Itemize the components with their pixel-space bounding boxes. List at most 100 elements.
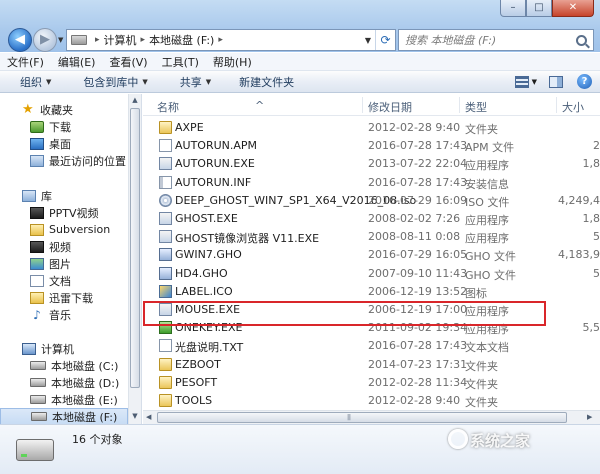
menu-edit[interactable]: 编辑(E) xyxy=(51,54,103,70)
scroll-left-icon[interactable]: ◀ xyxy=(146,413,151,421)
file-row[interactable]: AXPE 2012-02-28 9:40 文件夹 xyxy=(155,119,600,136)
search-box[interactable]: 搜索 本地磁盘 (F:) xyxy=(398,29,594,51)
nav-downloads[interactable]: 下载 xyxy=(0,118,128,135)
view-dropdown-icon[interactable]: ▼ xyxy=(532,78,537,86)
file-row[interactable]: GWIN7.GHO 2016-07-29 16:05 GHO 文件 4,183,9 xyxy=(155,246,600,263)
column-header: 名称 ^ 修改日期 类型 大小 xyxy=(143,94,600,116)
scroll-up-icon[interactable]: ▲ xyxy=(129,96,141,104)
new-folder-button[interactable]: 新建文件夹 xyxy=(221,74,304,90)
drive-icon xyxy=(30,378,46,387)
desktop-icon xyxy=(30,137,44,150)
nav-pictures[interactable]: 图片 xyxy=(0,255,128,272)
breadcrumb-separator[interactable]: ▸ xyxy=(95,35,100,45)
file-row[interactable]: GHOST镜像浏览器 V11.EXE 2008-08-11 0:08 应用程序 5 xyxy=(155,228,600,245)
menu-help[interactable]: 帮助(H) xyxy=(206,54,259,70)
watermark-logo-icon xyxy=(448,429,468,449)
file-name: GHOST.EXE xyxy=(175,212,238,225)
breadcrumb-separator[interactable]: ▸ xyxy=(218,35,223,45)
nav-documents[interactable]: 文档 xyxy=(0,272,128,289)
file-row[interactable]: 光盘说明.TXT 2016-07-28 17:43 文本文档 xyxy=(155,337,600,354)
file-name: HD4.GHO xyxy=(175,266,228,280)
nav-computer[interactable]: 计算机 xyxy=(0,340,128,357)
nav-subversion[interactable]: Subversion xyxy=(0,221,128,238)
search-icon[interactable] xyxy=(576,34,587,46)
file-size: 5 xyxy=(593,266,600,280)
recent-pages-dropdown[interactable]: ▼ xyxy=(58,36,63,44)
breadcrumb-drive-f[interactable]: 本地磁盘 (F:) xyxy=(149,32,214,48)
nav-desktop[interactable]: 桌面 xyxy=(0,135,128,152)
nav-drive-e[interactable]: 本地磁盘 (E:) xyxy=(0,391,128,408)
file-row[interactable]: AUTORUN.EXE 2013-07-22 22:04 应用程序 1,8 xyxy=(155,155,600,172)
document-icon xyxy=(159,139,172,153)
drive-icon xyxy=(31,412,47,421)
nav-drive-d[interactable]: 本地磁盘 (D:) xyxy=(0,374,128,391)
include-in-library-button[interactable]: 包含到库中 ▼ xyxy=(61,74,157,90)
refresh-icon[interactable]: ⟳ xyxy=(375,30,395,50)
horizontal-scrollbar[interactable]: ◀ ||| ▶ xyxy=(143,410,600,424)
file-row[interactable]: HD4.GHO 2007-09-10 11:43 GHO 文件 5 xyxy=(155,265,600,282)
preview-pane-icon[interactable] xyxy=(549,75,563,88)
file-name: AUTORUN.APM xyxy=(175,139,258,153)
breadcrumb-computer[interactable]: 计算机 xyxy=(104,32,137,48)
file-name: GHOST镜像浏览器 V11.EXE xyxy=(175,232,320,246)
column-size[interactable]: 大小 xyxy=(562,99,584,115)
nav-music[interactable]: ♪ 音乐 xyxy=(0,306,128,323)
file-row[interactable]: GHOST.EXE 2008-02-02 7:26 应用程序 1,8 xyxy=(155,210,600,227)
nav-label: 本地磁盘 (F:) xyxy=(52,410,118,424)
search-input[interactable]: 搜索 本地磁盘 (F:) xyxy=(405,32,496,48)
nav-thunder-downloads[interactable]: 迅雷下载 xyxy=(0,289,128,306)
file-row[interactable]: AUTORUN.INF 2016-07-28 17:43 安装信息 xyxy=(155,174,600,191)
nav-pptv[interactable]: PPTV视频 xyxy=(0,204,128,221)
file-name: GWIN7.GHO xyxy=(175,248,242,262)
address-dropdown-icon[interactable]: ▼ xyxy=(361,36,375,45)
help-icon[interactable]: ? xyxy=(577,74,592,89)
nav-recent-places[interactable]: 最近访问的位置 xyxy=(0,152,128,169)
nav-libraries[interactable]: 库 xyxy=(0,187,128,204)
minimize-button[interactable]: – xyxy=(500,0,526,17)
menu-view[interactable]: 查看(V) xyxy=(102,54,154,70)
file-row[interactable]: DEEP_GHOST_WIN7_SP1_X64_V2016_08.iso 2016… xyxy=(155,192,600,209)
file-name: AUTORUN.EXE xyxy=(175,157,255,171)
menu-file[interactable]: 文件(F) xyxy=(0,54,51,70)
address-bar[interactable]: ▸ 计算机 ▸ 本地磁盘 (F:) ▸ ▼ ⟳ xyxy=(66,29,396,51)
file-row[interactable]: AUTORUN.APM 2016-07-28 17:43 APM 文件 2 xyxy=(155,137,600,154)
video-icon xyxy=(30,240,44,253)
file-name: TOOLS xyxy=(175,394,213,407)
file-size: 4,249,4 xyxy=(558,193,600,207)
folder-icon xyxy=(159,375,172,389)
forward-button[interactable]: ▶ xyxy=(33,28,57,52)
column-date[interactable]: 修改日期 xyxy=(368,99,412,115)
column-name[interactable]: 名称 xyxy=(157,99,179,115)
close-button[interactable]: ✕ xyxy=(552,0,594,17)
file-date: 2012-02-28 9:40 xyxy=(368,121,461,134)
view-options-icon[interactable] xyxy=(514,75,529,88)
file-date: 2006-12-19 13:52 xyxy=(368,284,468,298)
nav-label: 音乐 xyxy=(49,308,71,322)
organize-button[interactable]: 组织 ▼ xyxy=(0,74,61,90)
share-label: 共享 xyxy=(179,75,202,89)
scroll-right-icon[interactable]: ▶ xyxy=(587,413,592,421)
file-row[interactable]: LABEL.ICO 2006-12-19 13:52 图标 xyxy=(155,283,600,300)
nav-videos[interactable]: 视频 xyxy=(0,238,128,255)
menu-tools[interactable]: 工具(T) xyxy=(155,54,206,70)
nav-drive-c[interactable]: 本地磁盘 (C:) xyxy=(0,357,128,374)
iso-icon xyxy=(159,193,172,207)
computer-group: 计算机 本地磁盘 (C:) 本地磁盘 (D:) 本地磁盘 (E:) 本地磁盘 (… xyxy=(0,340,128,424)
scroll-down-icon[interactable]: ▼ xyxy=(129,412,141,420)
nav-scroll-thumb[interactable] xyxy=(130,108,140,388)
maximize-button[interactable]: □ xyxy=(526,0,552,17)
folder-icon xyxy=(30,223,44,236)
share-button[interactable]: 共享 ▼ xyxy=(158,74,221,90)
file-row[interactable]: PESOFT 2012-02-28 11:34 文件夹 xyxy=(155,374,600,391)
nav-favorites[interactable]: ★ 收藏夹 xyxy=(0,101,128,118)
breadcrumb-separator[interactable]: ▸ xyxy=(141,35,146,45)
horizontal-scroll-thumb[interactable] xyxy=(157,412,567,423)
nav-drive-f[interactable]: 本地磁盘 (F:) xyxy=(0,408,128,424)
back-button[interactable]: ◀ xyxy=(8,28,32,52)
nav-scrollbar[interactable]: ▲ ▼ xyxy=(128,94,141,424)
column-type[interactable]: 类型 xyxy=(465,99,487,115)
file-name: LABEL.ICO xyxy=(175,284,233,298)
file-row[interactable]: TOOLS 2012-02-28 9:40 文件夹 xyxy=(155,392,600,409)
sort-arrow-icon: ^ xyxy=(255,99,265,112)
file-row[interactable]: EZBOOT 2014-07-23 17:31 文件夹 xyxy=(155,356,600,373)
